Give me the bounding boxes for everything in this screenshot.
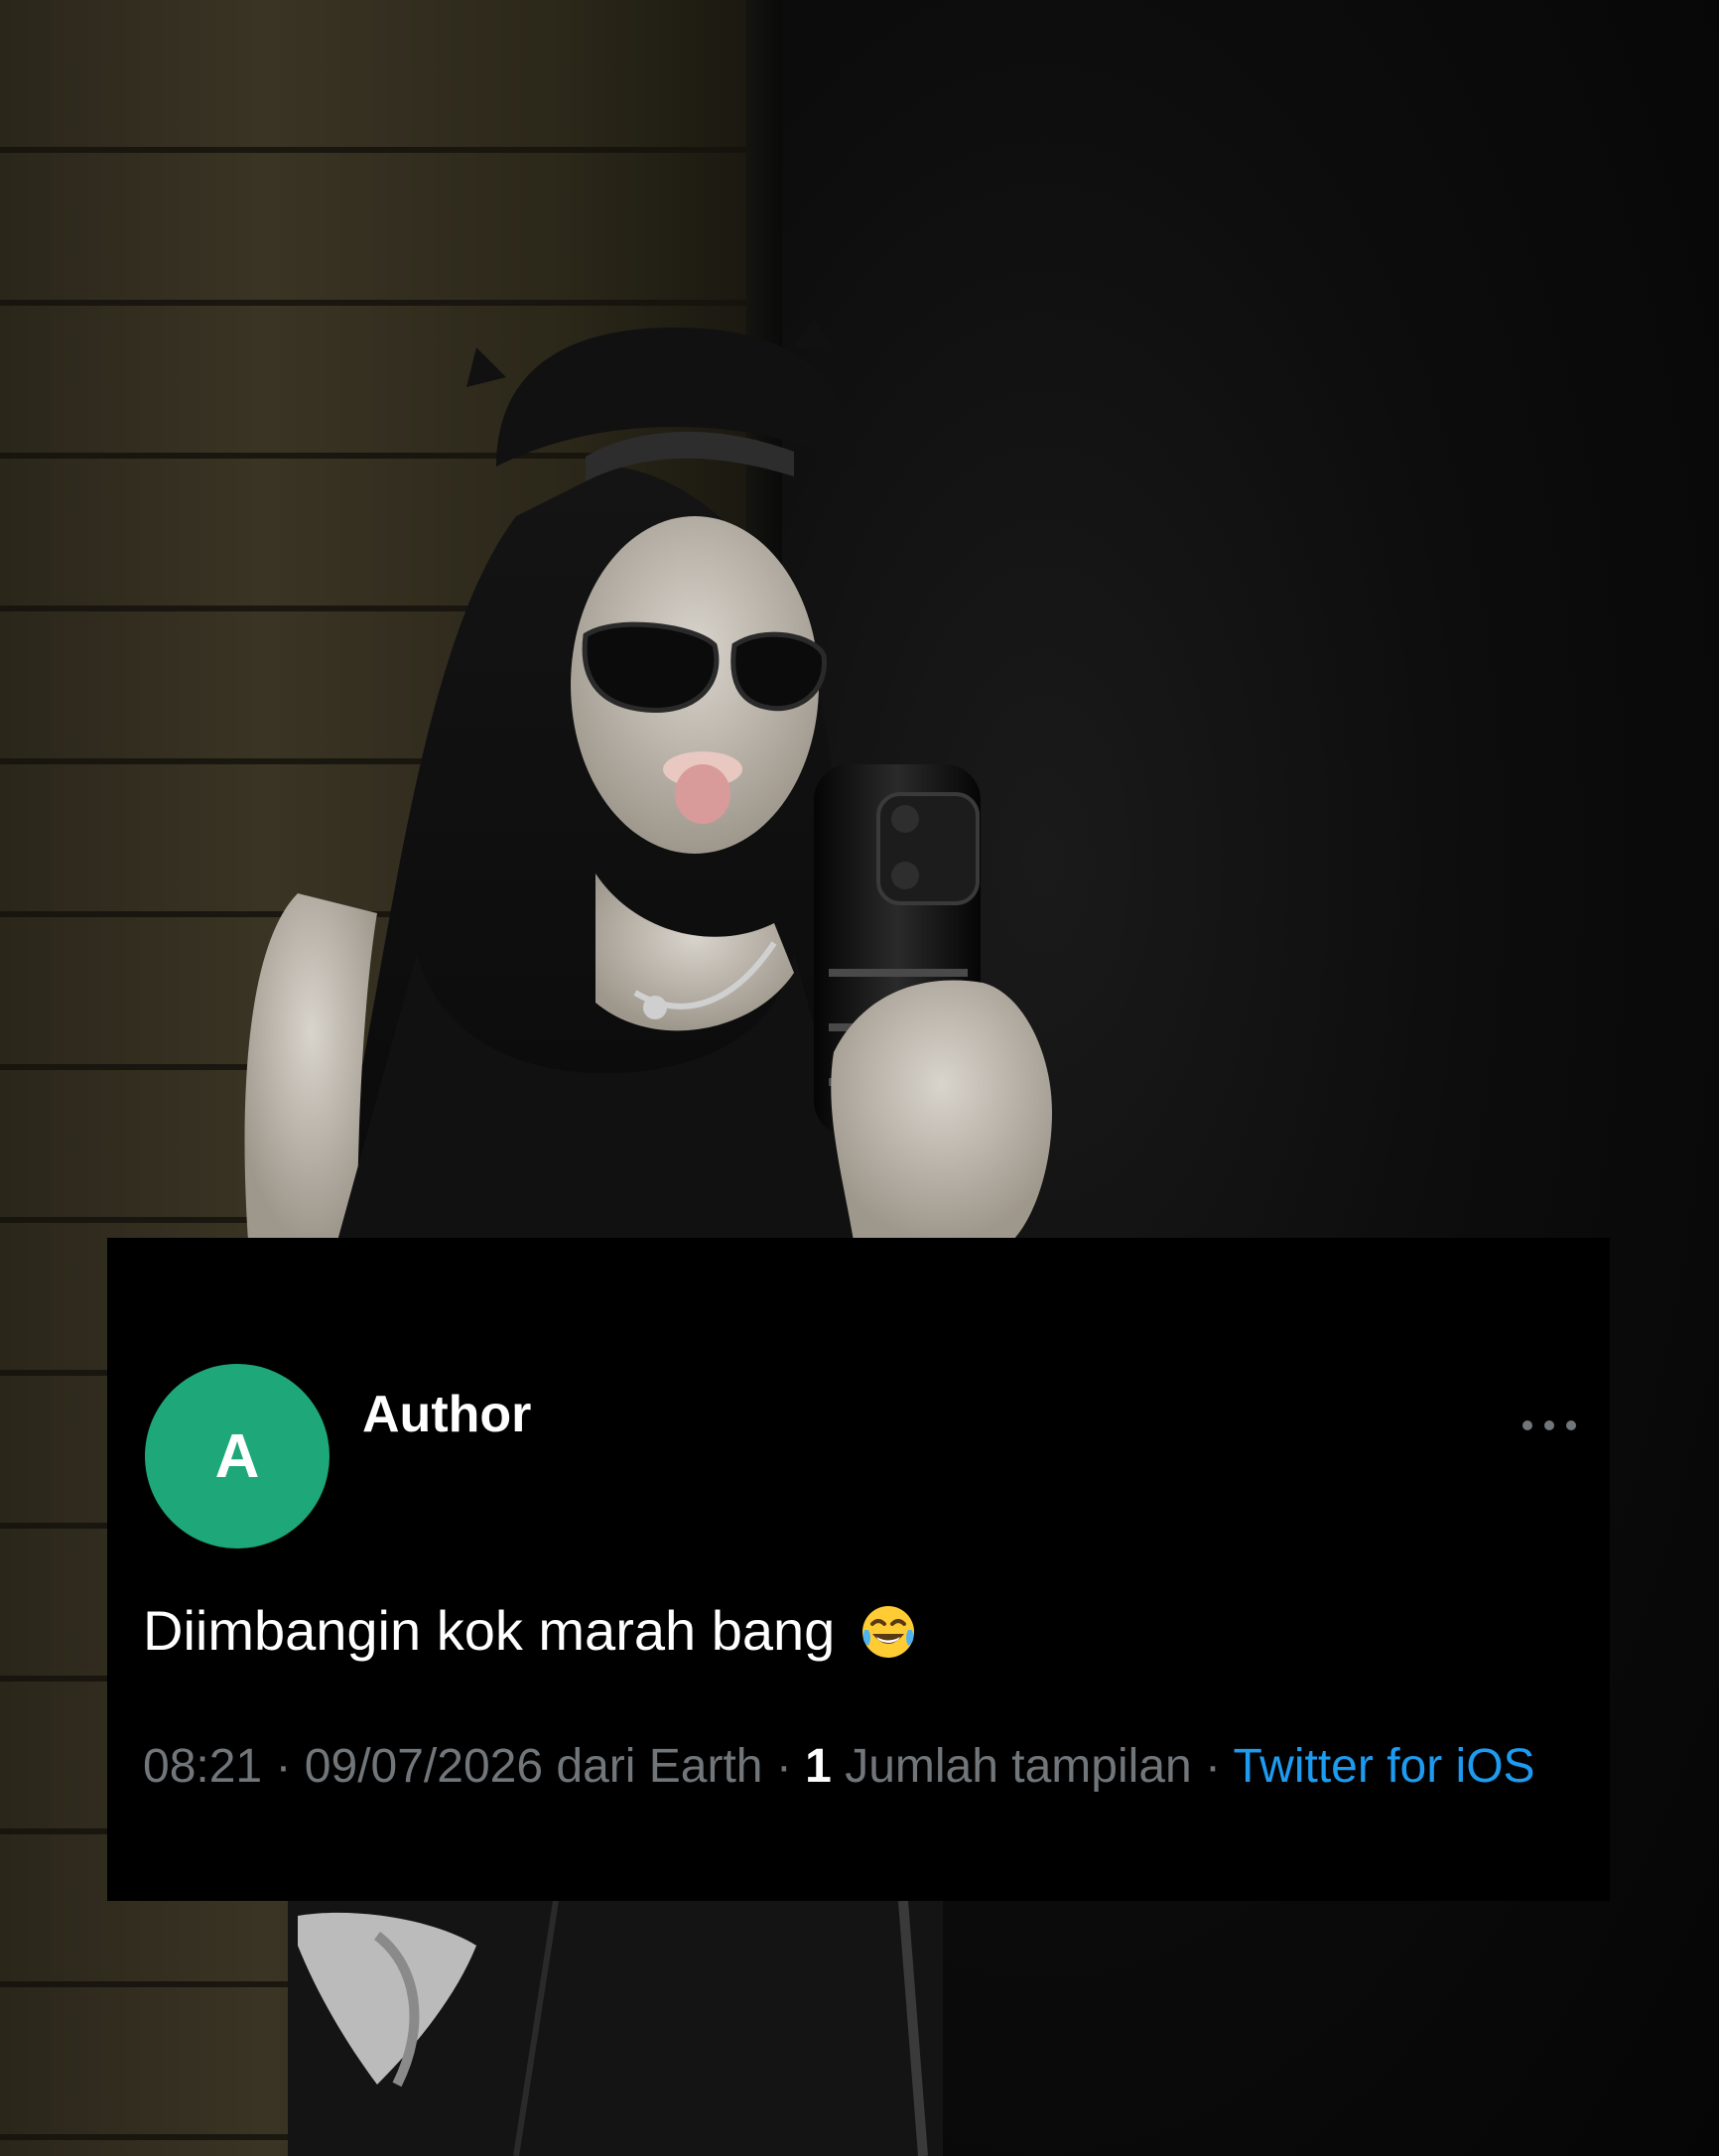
author-name[interactable]: Author xyxy=(362,1389,531,1440)
tweet-meta: 08:21 · 09/07/2026 dari Earth · 1 Jumlah… xyxy=(143,1736,1572,1798)
tweet-location: dari Earth xyxy=(556,1740,762,1793)
more-horizontal-icon[interactable] xyxy=(1522,1418,1576,1432)
more-dot xyxy=(1522,1420,1532,1430)
tweet-card: A Author Diimbangin kok marah bang 08:21… xyxy=(107,1238,1610,1901)
meta-separator: · xyxy=(775,1740,806,1793)
screenshot-stage: A Author Diimbangin kok marah bang 08:21… xyxy=(0,0,1719,2156)
tweet-time[interactable]: 08:21 xyxy=(143,1740,262,1793)
more-dot xyxy=(1566,1420,1576,1430)
tweet-text-content: Diimbangin kok marah bang xyxy=(143,1599,836,1662)
tweet-date[interactable]: 09/07/2026 xyxy=(305,1740,543,1793)
meta-separator: · xyxy=(1205,1740,1234,1793)
avatar[interactable]: A xyxy=(145,1364,330,1549)
tweet-text: Diimbangin kok marah bang xyxy=(143,1597,918,1676)
more-dot xyxy=(1544,1420,1554,1430)
meta-separator: · xyxy=(275,1740,305,1793)
tweet-client-link[interactable]: Twitter for iOS xyxy=(1234,1740,1535,1793)
tweet-location-text: dari Earth xyxy=(556,1740,763,1793)
views-count: 1 xyxy=(805,1740,832,1793)
face-with-tears-of-joy-icon xyxy=(859,1602,918,1676)
views-label: Jumlah tampilan xyxy=(845,1740,1192,1793)
